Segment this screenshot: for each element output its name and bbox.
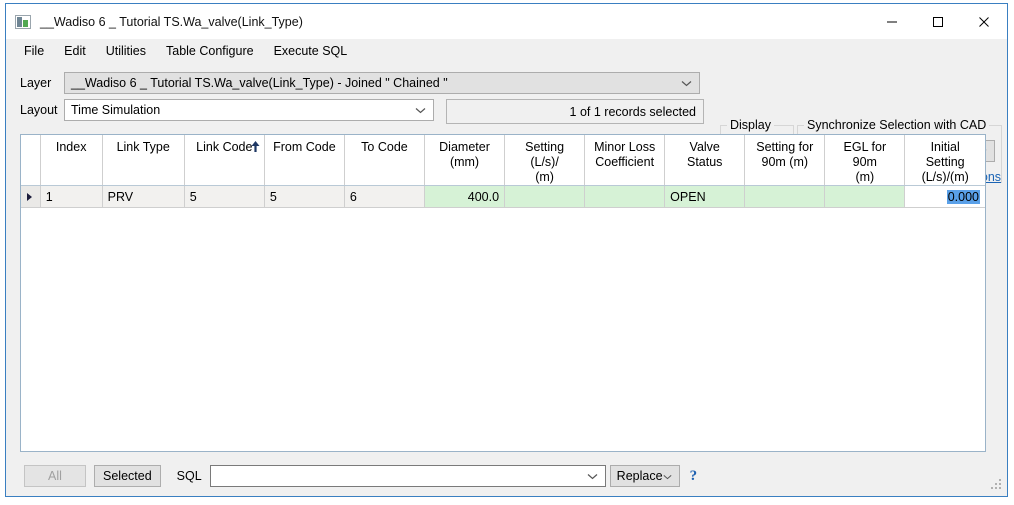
sync-group-title: Synchronize Selection with CAD — [804, 118, 990, 132]
display-group-title: Display — [727, 118, 774, 132]
column-header-index[interactable]: Index — [40, 135, 103, 186]
column-header-setting[interactable]: Setting (L/s)/ (m) — [504, 135, 586, 186]
grid-empty-area — [21, 208, 985, 451]
menu-item-table-configure[interactable]: Table Configure — [156, 41, 264, 61]
window-title: __Wadiso 6 _ Tutorial TS.Wa_valve(Link_T… — [40, 14, 303, 29]
replace-mode-select[interactable]: Replace — [609, 465, 680, 487]
column-header-label: Link Code — [196, 140, 253, 154]
column-header-link-type[interactable]: Link Type — [102, 135, 185, 186]
column-header-egl-for-90m[interactable]: EGL for 90m (m) — [824, 135, 906, 186]
application-window: __Wadiso 6 _ Tutorial TS.Wa_valve(Link_T… — [5, 3, 1008, 497]
layout-label: Layout — [20, 103, 58, 117]
window-controls — [869, 4, 1007, 39]
layer-select-value: __Wadiso 6 _ Tutorial TS.Wa_valve(Link_T… — [71, 76, 448, 90]
cell-index[interactable]: 1 — [40, 185, 103, 208]
close-button[interactable] — [961, 4, 1007, 39]
cell-link-type[interactable]: PRV — [102, 185, 185, 208]
column-header-label: Setting (L/s)/ (m) — [525, 140, 565, 184]
layout-select[interactable]: Time Simulation — [64, 99, 434, 121]
grid-header-row: Index Link Type Link Code From Code To C… — [21, 135, 985, 186]
grid-corner-header[interactable] — [21, 135, 41, 186]
column-header-minor-loss-coefficient[interactable]: Minor Loss Coefficient — [584, 135, 666, 186]
bottom-toolbar: All Selected SQL Replace ? — [6, 456, 1007, 496]
column-header-setting-for-90m[interactable]: Setting for 90m (m) — [744, 135, 826, 186]
menu-item-execute-sql[interactable]: Execute SQL — [264, 41, 358, 61]
column-header-initial-setting[interactable]: Initial Setting (L/s)/(m) — [904, 135, 985, 186]
table-row[interactable]: 1 PRV 5 5 6 400.0 OPEN 0.000 — [21, 185, 985, 208]
minimize-button[interactable] — [869, 4, 915, 39]
cell-setting-for-90m[interactable] — [744, 185, 826, 208]
sql-label: SQL — [176, 469, 202, 483]
layout-row: Layout Time Simulation — [20, 99, 434, 121]
row-indicator-icon — [27, 192, 32, 201]
layer-row: Layer __Wadiso 6 _ Tutorial TS.Wa_valve(… — [20, 72, 700, 94]
column-header-link-code[interactable]: Link Code — [184, 135, 265, 186]
top-control-panel: Layer __Wadiso 6 _ Tutorial TS.Wa_valve(… — [6, 63, 1007, 184]
layer-select[interactable]: __Wadiso 6 _ Tutorial TS.Wa_valve(Link_T… — [64, 72, 700, 94]
all-button[interactable]: All — [24, 465, 86, 487]
maximize-button[interactable] — [915, 4, 961, 39]
records-status-text: 1 of 1 records selected — [569, 104, 696, 119]
column-header-label: To Code — [361, 140, 408, 154]
menu-item-utilities[interactable]: Utilities — [96, 41, 156, 61]
column-header-label: Minor Loss Coefficient — [594, 140, 656, 169]
chevron-down-icon — [415, 103, 426, 117]
column-header-valve-status[interactable]: Valve Status — [664, 135, 746, 186]
cell-link-code[interactable]: 5 — [184, 185, 265, 208]
column-header-label: Valve Status — [686, 140, 723, 169]
cell-initial-setting-value: 0.000 — [946, 189, 980, 204]
chevron-down-icon — [681, 76, 692, 90]
layer-label: Layer — [20, 76, 52, 90]
column-header-label: Link Type — [116, 140, 170, 154]
selected-button[interactable]: Selected — [94, 465, 161, 487]
chevron-down-icon[interactable] — [587, 469, 598, 483]
sql-input[interactable] — [209, 465, 606, 487]
chevron-down-icon — [663, 469, 672, 483]
column-header-to-code[interactable]: To Code — [344, 135, 425, 186]
table-grid-icon — [15, 14, 31, 29]
column-header-diameter[interactable]: Diameter (mm) — [424, 135, 506, 186]
cell-valve-status[interactable]: OPEN — [664, 185, 746, 208]
row-selector[interactable] — [21, 185, 41, 208]
sort-ascending-icon — [251, 141, 260, 156]
data-grid-table: Index Link Type Link Code From Code To C… — [21, 135, 985, 208]
column-header-from-code[interactable]: From Code — [264, 135, 345, 186]
menu-item-file[interactable]: File — [14, 41, 54, 61]
help-icon[interactable]: ? — [690, 468, 698, 485]
cell-setting[interactable] — [504, 185, 586, 208]
column-header-label: Index — [55, 140, 87, 154]
column-header-label: EGL for 90m (m) — [843, 140, 887, 184]
column-header-label: Setting for 90m (m) — [756, 140, 814, 169]
column-header-label: Diameter (mm) — [439, 140, 490, 169]
records-status-panel: 1 of 1 records selected — [446, 99, 704, 124]
cell-from-code[interactable]: 5 — [264, 185, 345, 208]
replace-mode-value: Replace — [616, 469, 663, 483]
resize-grip[interactable] — [990, 479, 1003, 492]
cell-diameter[interactable]: 400.0 — [424, 185, 506, 208]
title-bar: __Wadiso 6 _ Tutorial TS.Wa_valve(Link_T… — [6, 4, 1007, 39]
column-header-label: From Code — [273, 140, 336, 154]
data-grid: Index Link Type Link Code From Code To C… — [20, 134, 986, 452]
layout-select-value: Time Simulation — [71, 103, 161, 117]
column-header-label: Initial Setting (L/s)/(m) — [921, 140, 969, 184]
cell-egl-for-90m[interactable] — [824, 185, 906, 208]
cell-to-code[interactable]: 6 — [344, 185, 425, 208]
cell-initial-setting[interactable]: 0.000 — [904, 185, 985, 208]
menu-item-edit[interactable]: Edit — [54, 41, 96, 61]
menu-bar: File Edit Utilities Table Configure Exec… — [6, 39, 1007, 63]
cell-minor-loss-coefficient[interactable] — [584, 185, 666, 208]
